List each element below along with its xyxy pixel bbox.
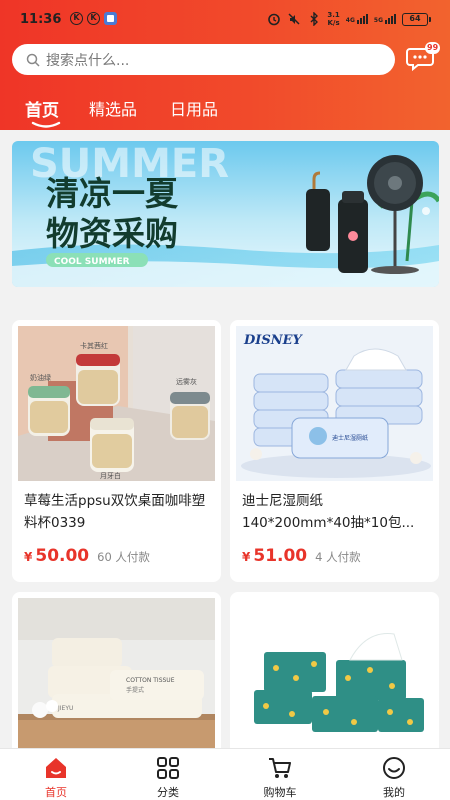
cart-icon <box>269 758 291 778</box>
currency-symbol: ¥ <box>242 550 251 564</box>
product-title[interactable]: 草莓生活ppsu双饮桌面咖啡塑料杯0339 <box>24 490 212 534</box>
battery-icon: 64 <box>402 12 431 26</box>
notification-icons: K K <box>70 12 117 25</box>
banner-graphic: SUMMER 清凉一夏 物资采购 COOL SUMMER <box>12 141 439 287</box>
home-icon <box>46 758 66 778</box>
currency-symbol: ¥ <box>24 550 33 564</box>
sold-count: 4 人付款 <box>315 550 361 564</box>
tab-daily-goods[interactable]: 日用品 <box>170 96 218 120</box>
svg-text:清凉一夏: 清凉一夏 <box>46 174 179 213</box>
active-tab-indicator <box>31 121 61 128</box>
bottom-nav: 首页 分类 购物车 我的 <box>0 748 450 800</box>
nav-cart[interactable]: 购物车 <box>250 755 310 800</box>
k-app-icon: K <box>70 12 83 25</box>
product-image[interactable]: COTTON TISSUE 手提式 JIEYU <box>18 598 215 758</box>
tab-featured[interactable]: 精选品 <box>89 96 137 120</box>
k-app-icon-2: K <box>87 12 100 25</box>
product-image[interactable] <box>236 598 433 758</box>
bluetooth-icon <box>310 12 319 26</box>
product-price: 51.00 <box>253 546 308 566</box>
product-image[interactable]: 奶油绿 卡其茜红 远雾灰 月牙白 <box>18 326 215 481</box>
svg-text:COTTON TISSUE: COTTON TISSUE <box>126 677 175 684</box>
svg-text:卡其茜红: 卡其茜红 <box>80 341 108 350</box>
svg-text:手提式: 手提式 <box>126 686 144 694</box>
nav-label: 购物车 <box>263 786 297 799</box>
svg-text:COOL SUMMER: COOL SUMMER <box>54 257 130 267</box>
nav-category[interactable]: 分类 <box>138 755 198 800</box>
svg-text:物资采购: 物资采购 <box>46 214 178 253</box>
svg-text:DISNEY: DISNEY <box>243 333 304 348</box>
profile-icon <box>383 757 405 779</box>
product-title[interactable]: 迪士尼湿厕纸140*200mm*40抽*10包... <box>242 490 430 534</box>
product-card[interactable]: 奶油绿 卡其茜红 远雾灰 月牙白 草莓生活ppsu双饮桌面咖啡塑料杯0339 ¥… <box>12 320 221 582</box>
status-time: 11:36 <box>20 12 62 27</box>
network-speed: 3.1 K/s <box>327 11 340 27</box>
promo-banner[interactable]: SUMMER 清凉一夏 物资采购 COOL SUMMER <box>12 141 439 287</box>
category-icon <box>157 757 179 779</box>
nav-profile[interactable]: 我的 <box>364 755 424 800</box>
product-image[interactable]: DISNEY 迪士尼湿厕纸 <box>236 326 433 481</box>
app-header: 11:36 K K 3.1 K/s 4G 5G 64 搜索点什么... 99 首页… <box>0 0 450 130</box>
price-row: ¥ 51.00 4 人付款 <box>242 546 361 566</box>
status-bar: 11:36 K K 3.1 K/s 4G 5G 64 <box>0 0 450 38</box>
svg-text:迪士尼湿厕纸: 迪士尼湿厕纸 <box>332 434 368 442</box>
search-bar[interactable]: 搜索点什么... <box>12 44 395 75</box>
product-card[interactable]: DISNEY 迪士尼湿厕纸 迪士尼湿厕纸140*200mm*40抽*10包...… <box>230 320 439 582</box>
svg-text:JIEYU: JIEYU <box>57 705 73 712</box>
silent-icon <box>288 13 300 25</box>
svg-text:月牙白: 月牙白 <box>100 471 121 480</box>
tab-home[interactable]: 首页 <box>25 96 59 121</box>
status-right: 3.1 K/s 4G 5G 64 <box>267 11 431 27</box>
signal-icon-2: 5G <box>374 14 396 24</box>
top-tabs: 首页 精选品 日用品 <box>0 96 450 126</box>
app-notification-icon <box>104 12 117 25</box>
signal-icon: 4G <box>346 14 368 24</box>
search-placeholder: 搜索点什么... <box>46 52 130 69</box>
nav-home[interactable]: 首页 <box>26 755 86 800</box>
search-icon <box>26 53 40 67</box>
product-price: 50.00 <box>35 546 90 566</box>
price-row: ¥ 50.00 60 人付款 <box>24 546 150 566</box>
nav-label: 我的 <box>383 786 405 799</box>
sold-count: 60 人付款 <box>97 550 150 564</box>
alarm-icon <box>268 13 281 26</box>
message-badge: 99 <box>425 42 441 54</box>
svg-text:远雾灰: 远雾灰 <box>176 377 197 386</box>
nav-label: 首页 <box>45 786 67 799</box>
nav-label: 分类 <box>157 786 179 799</box>
svg-text:奶油绿: 奶油绿 <box>30 373 51 382</box>
